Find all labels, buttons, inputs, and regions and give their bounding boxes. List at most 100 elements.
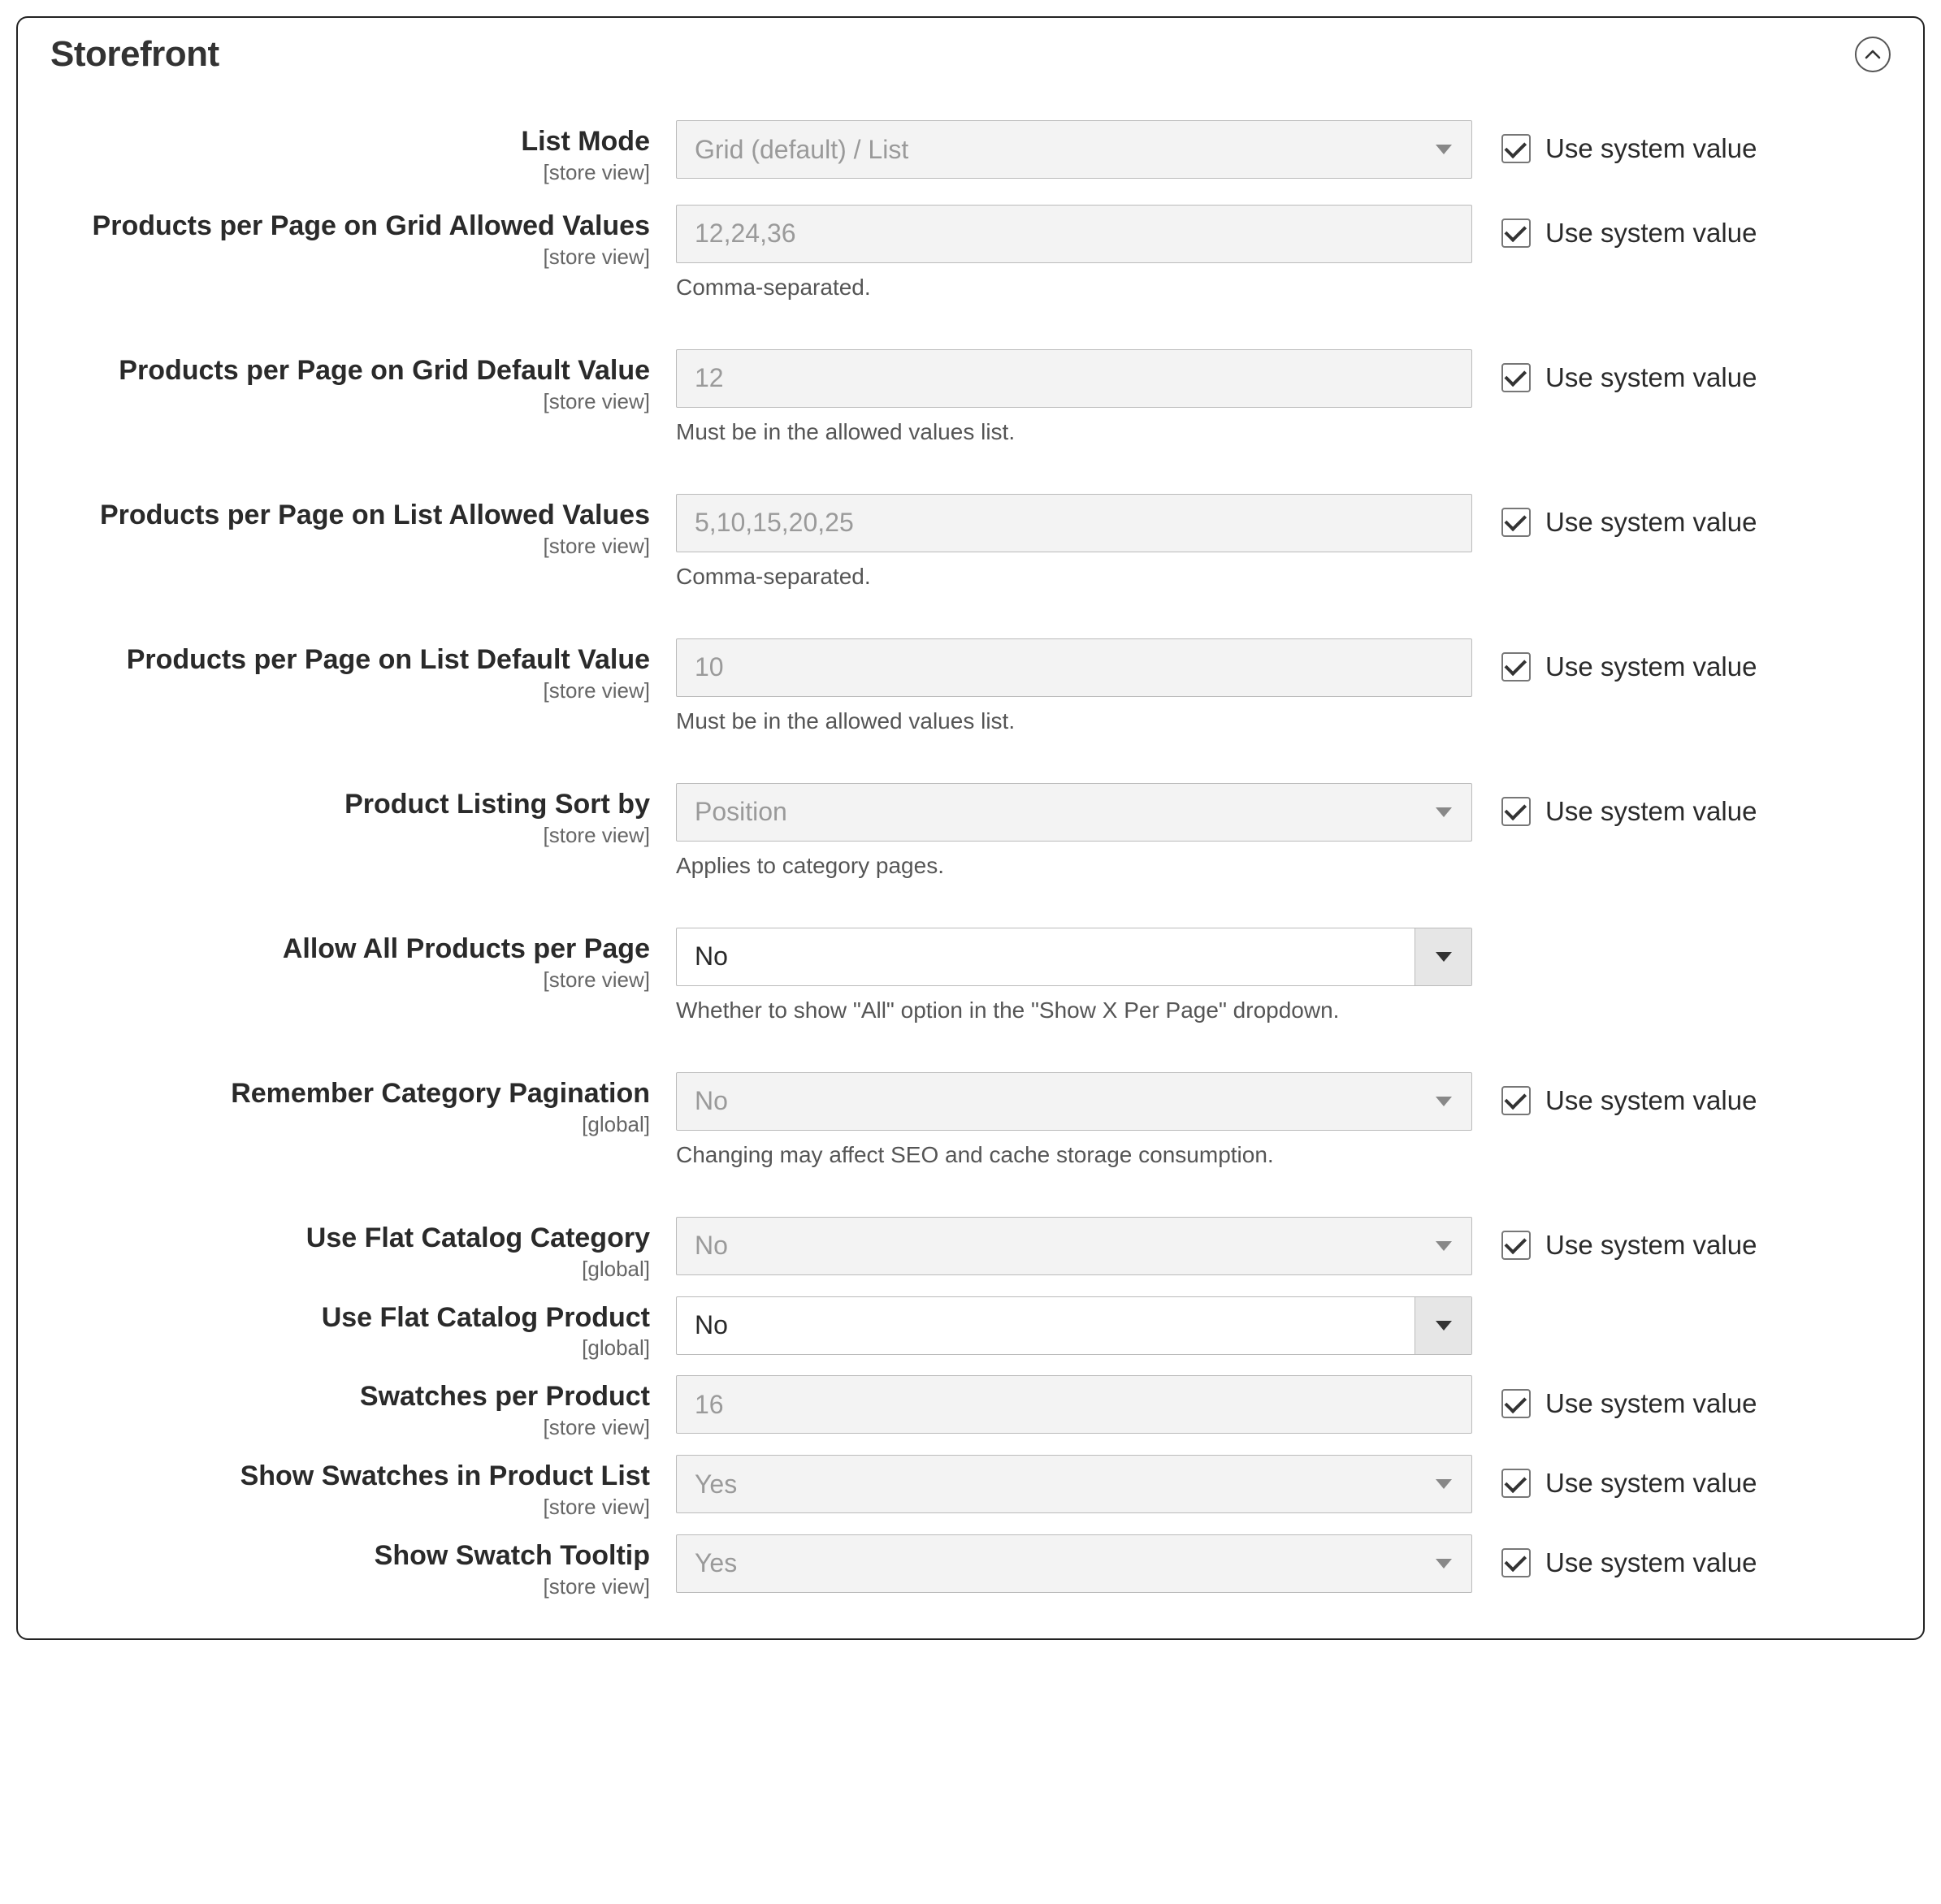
- field-scope: [store view]: [50, 1415, 650, 1440]
- field-scope: [store view]: [50, 823, 650, 848]
- use-system-value-checkbox[interactable]: [1501, 652, 1531, 682]
- field-label: Use Flat Catalog Category: [50, 1222, 650, 1255]
- control-column: Position Applies to category pages.: [676, 783, 1472, 908]
- use-system-value-checkbox[interactable]: [1501, 1086, 1531, 1115]
- field-row: Use Flat Catalog Product[global] No: [50, 1282, 1891, 1361]
- use-system-value-label: Use system value: [1545, 218, 1757, 249]
- field-row: Products per Page on List Default Value[…: [50, 619, 1891, 764]
- flat_product-select[interactable]: No: [676, 1296, 1472, 1355]
- use-system-value-label: Use system value: [1545, 133, 1757, 164]
- use-system-value-label: Use system value: [1545, 1468, 1757, 1499]
- chevron-down-icon: [1415, 121, 1471, 178]
- label-column: Use Flat Catalog Category[global]: [50, 1217, 676, 1282]
- use-system-value-label: Use system value: [1545, 1085, 1757, 1116]
- field-label: Use Flat Catalog Product: [50, 1301, 650, 1335]
- panel-title: Storefront: [50, 34, 219, 75]
- use-system-value-column: Use system value: [1472, 638, 1891, 682]
- label-column: Use Flat Catalog Product[global]: [50, 1296, 676, 1361]
- field-label: List Mode: [50, 125, 650, 158]
- use-system-value-column: Use system value: [1472, 1072, 1891, 1116]
- grid_default-input: 12: [676, 349, 1472, 408]
- field-label: Product Listing Sort by: [50, 788, 650, 821]
- control-column: NoChanging may affect SEO and cache stor…: [676, 1072, 1472, 1197]
- control-column: 12Must be in the allowed values list.: [676, 349, 1472, 474]
- field-note: Changing may affect SEO and cache storag…: [676, 1142, 1472, 1168]
- label-column: Products per Page on List Default Value[…: [50, 638, 676, 703]
- field-label: Products per Page on List Default Value: [50, 643, 650, 677]
- use-system-value-checkbox[interactable]: [1501, 363, 1531, 392]
- storefront-panel: Storefront List Mode[store view]Grid (de…: [16, 16, 1925, 1640]
- use-system-value-column: Use system value: [1472, 1455, 1891, 1499]
- use-system-value-checkbox[interactable]: [1501, 1389, 1531, 1418]
- field-scope: [store view]: [50, 160, 650, 185]
- use-system-value-column: Use system value: [1472, 1375, 1891, 1419]
- use-system-value-column: Use system value: [1472, 494, 1891, 538]
- chevron-down-icon: [1415, 1073, 1471, 1130]
- field-label: Remember Category Pagination: [50, 1077, 650, 1110]
- field-scope: [store view]: [50, 1495, 650, 1520]
- control-column: NoWhether to show "All" option in the "S…: [676, 928, 1472, 1053]
- field-note: Comma-separated.: [676, 564, 1472, 590]
- control-column: No: [676, 1296, 1472, 1355]
- control-column: 12,24,36Comma-separated.: [676, 205, 1472, 330]
- label-column: Show Swatches in Product List[store view…: [50, 1455, 676, 1520]
- control-column: No: [676, 1217, 1472, 1275]
- select-value: No: [695, 1231, 1454, 1261]
- allow_all-select[interactable]: No: [676, 928, 1472, 986]
- use-system-value-label: Use system value: [1545, 1388, 1757, 1419]
- field-scope: [store view]: [50, 244, 650, 270]
- use-system-value-column: Use system value: [1472, 205, 1891, 249]
- chevron-down-icon: [1415, 928, 1471, 985]
- use-system-value-label: Use system value: [1545, 651, 1757, 682]
- use-system-value-column: Use system value: [1472, 1217, 1891, 1261]
- label-column: Remember Category Pagination[global]: [50, 1072, 676, 1137]
- control-column: Yes: [676, 1455, 1472, 1513]
- field-note: Applies to category pages.: [676, 853, 1472, 879]
- sort_by-select: Position: [676, 783, 1472, 842]
- chevron-down-icon: [1415, 1535, 1471, 1592]
- use-system-value-checkbox[interactable]: [1501, 797, 1531, 826]
- control-column: Grid (default) / List: [676, 120, 1472, 179]
- field-label: Allow All Products per Page: [50, 933, 650, 966]
- field-label: Swatches per Product: [50, 1380, 650, 1413]
- show_swatch_tooltip-select: Yes: [676, 1534, 1472, 1593]
- use-system-value-checkbox[interactable]: [1501, 134, 1531, 163]
- use-system-value-label: Use system value: [1545, 362, 1757, 393]
- field-scope: [store view]: [50, 1574, 650, 1599]
- select-value: No: [695, 1310, 1454, 1340]
- chevron-down-icon: [1415, 1218, 1471, 1274]
- list_allowed-input: 5,10,15,20,25: [676, 494, 1472, 552]
- list_default-input: 10: [676, 638, 1472, 697]
- field-note: Must be in the allowed values list.: [676, 708, 1472, 734]
- field-rows: List Mode[store view]Grid (default) / Li…: [50, 101, 1891, 1599]
- use-system-value-label: Use system value: [1545, 1230, 1757, 1261]
- swatches_per_product-input: 16: [676, 1375, 1472, 1434]
- field-scope: [store view]: [50, 967, 650, 993]
- field-label: Show Swatch Tooltip: [50, 1539, 650, 1573]
- collapse-button[interactable]: [1855, 37, 1891, 72]
- use-system-value-label: Use system value: [1545, 507, 1757, 538]
- use-system-value-label: Use system value: [1545, 796, 1757, 827]
- field-row: Show Swatch Tooltip[store view]YesUse sy…: [50, 1520, 1891, 1599]
- use-system-value-column: [1472, 928, 1891, 941]
- chevron-up-icon: [1865, 49, 1881, 60]
- field-row: Remember Category Pagination[global]NoCh…: [50, 1053, 1891, 1197]
- field-row: Products per Page on Grid Allowed Values…: [50, 185, 1891, 330]
- chevron-down-icon: [1415, 1456, 1471, 1512]
- select-value: Position: [695, 797, 1454, 827]
- label-column: Swatches per Product[store view]: [50, 1375, 676, 1440]
- show_swatches_list-select: Yes: [676, 1455, 1472, 1513]
- use-system-value-checkbox[interactable]: [1501, 1469, 1531, 1498]
- field-scope: [global]: [50, 1257, 650, 1282]
- field-label: Products per Page on Grid Default Value: [50, 354, 650, 387]
- field-row: Products per Page on List Allowed Values…: [50, 474, 1891, 619]
- chevron-down-icon: [1415, 1297, 1471, 1354]
- use-system-value-checkbox[interactable]: [1501, 219, 1531, 248]
- use-system-value-checkbox[interactable]: [1501, 1548, 1531, 1577]
- use-system-value-checkbox[interactable]: [1501, 508, 1531, 537]
- label-column: Products per Page on Grid Default Value[…: [50, 349, 676, 414]
- use-system-value-column: Use system value: [1472, 349, 1891, 393]
- field-row: Allow All Products per Page[store view] N…: [50, 908, 1891, 1053]
- use-system-value-checkbox[interactable]: [1501, 1231, 1531, 1260]
- flat_category-select: No: [676, 1217, 1472, 1275]
